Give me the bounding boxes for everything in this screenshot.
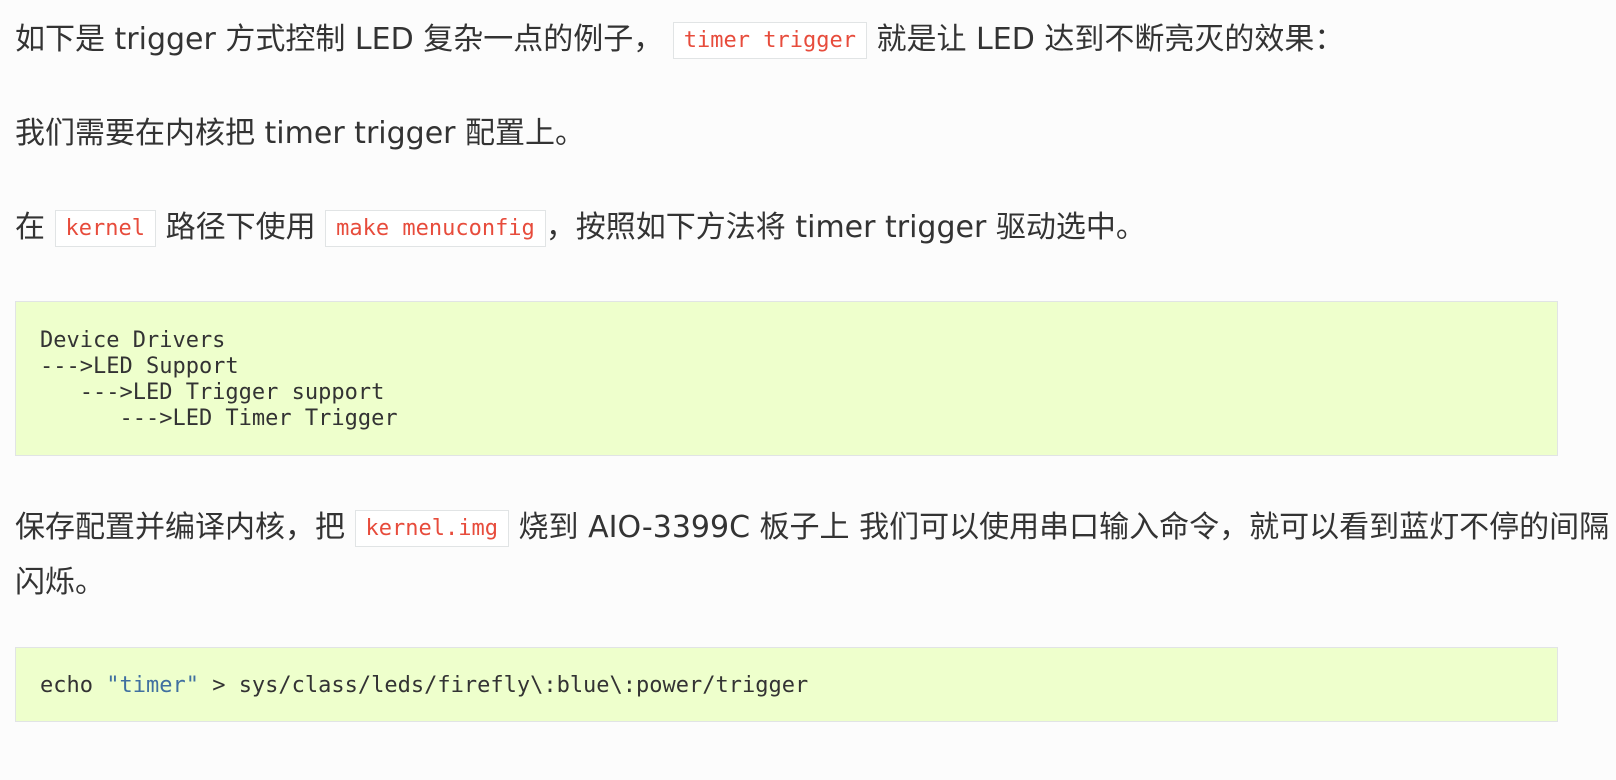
- inline-code-timer-trigger: timer trigger: [672, 22, 867, 59]
- menu-line-2: --->LED Support: [40, 354, 239, 379]
- inline-code-make-menuconfig: make menuconfig: [325, 210, 546, 247]
- intro-text-after: 就是让 LED 达到不断亮灭的效果：: [876, 22, 1345, 57]
- command-code: echo "timer" > sys/class/leds/firefly\:b…: [16, 648, 1557, 699]
- command-code-block: echo "timer" > sys/class/leds/firefly\:b…: [15, 647, 1558, 722]
- menu-path-code-block: Device Drivers --->LED Support --->LED T…: [15, 301, 1558, 456]
- kernel-config-text: 我们需要在内核把 timer trigger 配置上。: [15, 116, 586, 151]
- paragraph-kernel-config: 我们需要在内核把 timer trigger 配置上。: [15, 108, 585, 160]
- paragraph-intro: 如下是 trigger 方式控制 LED 复杂一点的例子， timer trig…: [15, 14, 1344, 69]
- paragraph-flash-kernel: 保存配置并编译内核，把 kernel.img 烧到 AIO-3399C 板子上 …: [15, 502, 1610, 609]
- paragraph-menuconfig: 在 kernel 路径下使用 make menuconfig ，按照如下方法将 t…: [15, 202, 1146, 257]
- command-echo: echo: [40, 673, 107, 698]
- flash-text-before: 保存配置并编译内核，把: [15, 510, 345, 545]
- intro-text-before: 如下是 trigger 方式控制 LED 复杂一点的例子，: [15, 22, 664, 57]
- menu-path-code: Device Drivers --->LED Support --->LED T…: [16, 302, 1557, 432]
- menuconfig-text-3: ，按照如下方法将 timer trigger 驱动选中。: [545, 210, 1146, 245]
- menu-line-3: --->LED Trigger support: [40, 380, 385, 405]
- menuconfig-text-2: 路径下使用: [165, 210, 316, 245]
- menuconfig-text-1: 在: [15, 210, 45, 245]
- menu-line-4: --->LED Timer Trigger: [40, 406, 398, 431]
- command-string-arg: "timer": [106, 673, 199, 698]
- inline-code-kernel-img: kernel.img: [354, 510, 509, 547]
- command-redirect-path: > sys/class/leds/firefly\:blue\:power/tr…: [198, 673, 809, 698]
- inline-code-kernel: kernel: [54, 210, 157, 247]
- menu-line-1: Device Drivers: [40, 328, 226, 353]
